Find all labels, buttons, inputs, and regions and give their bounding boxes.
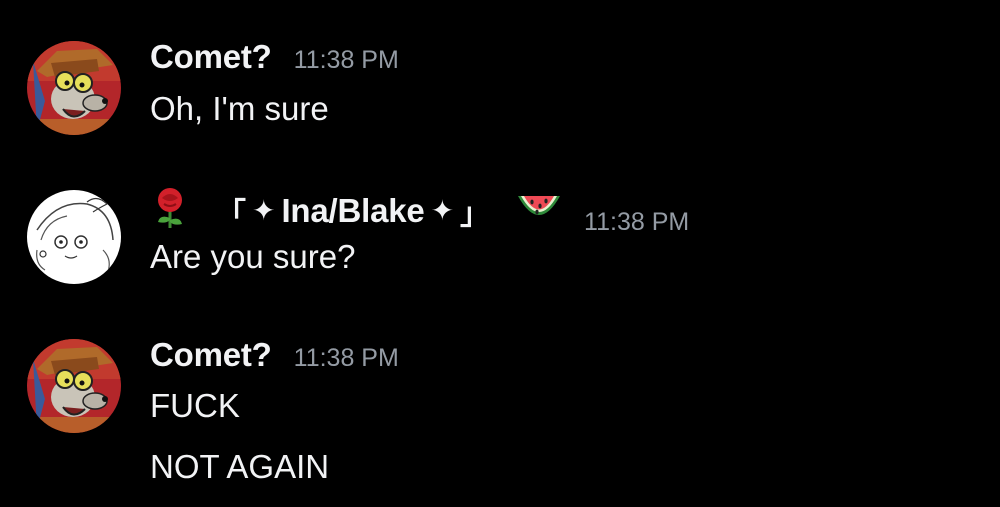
cartoon-avatar-icon — [27, 41, 121, 135]
avatar-ina-blake[interactable] — [27, 190, 121, 284]
chat-message-list: Comet? 11:38 PM Oh, I'm sure 「 ✦ Ina/Bla… — [0, 0, 1000, 507]
sparkle-icon: ✦ — [252, 195, 276, 226]
message-header: Comet? 11:38 PM — [150, 38, 399, 78]
watermelon-icon — [516, 190, 562, 231]
message-header: Comet? 11:38 PM — [150, 336, 399, 376]
message-text: NOT AGAIN — [150, 448, 330, 485]
message-header: 「 ✦ Ina/Blake ✦ 」 11:38 PM — [150, 186, 689, 236]
avatar-comet[interactable] — [27, 41, 121, 135]
name-bracket-right: 」 — [460, 197, 491, 231]
username[interactable]: Comet? — [150, 38, 272, 76]
timestamp: 11:38 PM — [293, 344, 399, 372]
username[interactable]: Ina/Blake — [281, 192, 424, 230]
sketch-avatar-icon — [27, 190, 121, 284]
cartoon-avatar-icon — [27, 339, 121, 433]
message-text: FUCK — [150, 387, 240, 424]
name-bracket-left: 「 — [216, 197, 246, 231]
message-text: Oh, I'm sure — [150, 90, 329, 127]
username[interactable]: Comet? — [150, 336, 272, 374]
message-text: Are you sure? — [150, 238, 356, 275]
username-decorated[interactable]: 「 ✦ Ina/Blake ✦ 」 — [150, 186, 562, 235]
sparkle-icon: ✦ — [430, 195, 455, 226]
timestamp: 11:38 PM — [584, 208, 690, 236]
timestamp: 11:38 PM — [293, 46, 399, 74]
rose-icon — [150, 186, 190, 235]
avatar-comet[interactable] — [27, 339, 121, 433]
